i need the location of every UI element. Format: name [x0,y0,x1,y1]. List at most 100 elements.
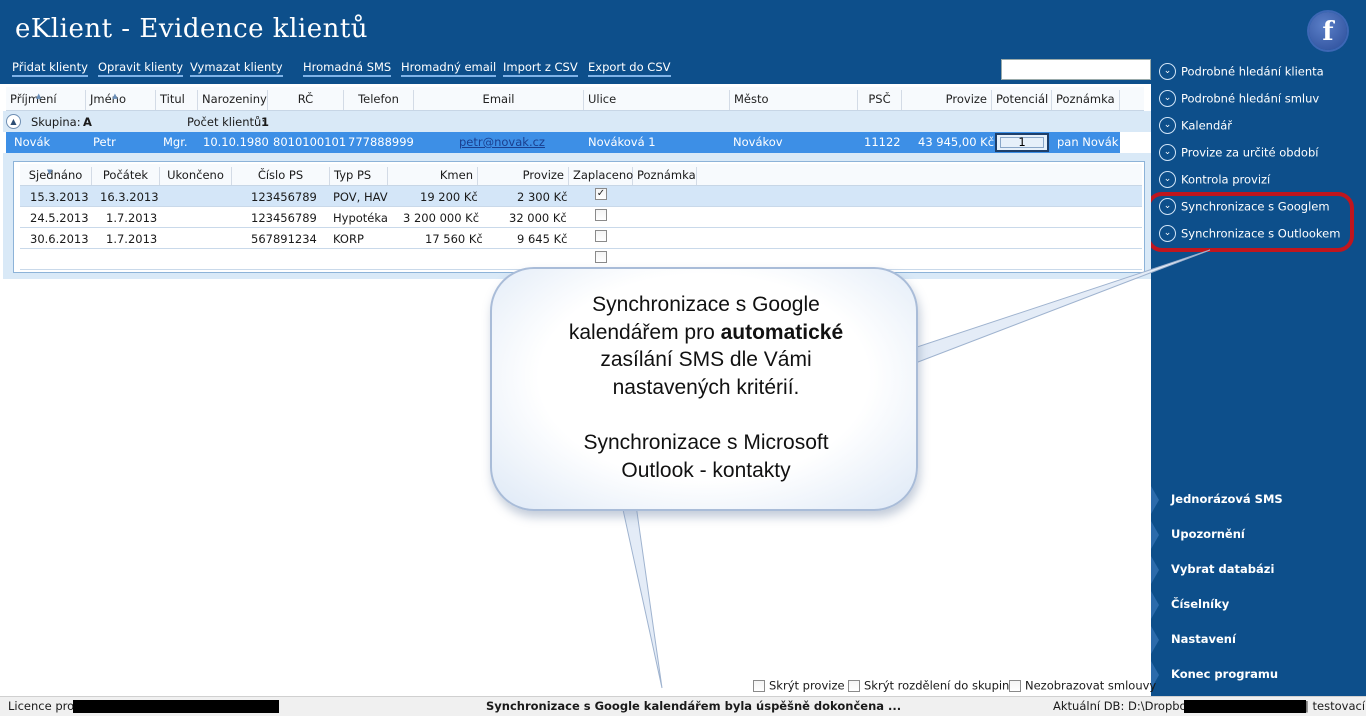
table-row[interactable]: 15.3.2013 16.3.2013 123456789 POV, HAV 1… [20,186,1142,207]
group-value: A [83,115,92,129]
paid-checkbox[interactable]: ✓ [595,188,607,200]
mass-email-button[interactable]: Hromadný email [401,60,497,77]
hide-contracts-option[interactable]: Nezobrazovat smlouvy [1009,678,1156,693]
cell-provize: 43 945,00 Kč [918,135,995,149]
checkbox[interactable] [753,679,765,692]
hide-groups-option[interactable]: Skrýt rozdělení do skupin [848,678,1009,693]
checkbox[interactable] [848,679,860,692]
col-jmeno[interactable]: ▲ Jméno [86,90,156,110]
arrow-right-icon [1151,521,1159,549]
cell-typ-ps: POV, HAV [333,190,388,204]
status-message: Synchronizace s Google kalendářem byla ú… [486,699,902,713]
col-titul[interactable]: Titul [156,90,198,110]
paid-checkbox[interactable] [595,230,607,242]
chevron-down-icon: ⌄ [1159,117,1176,134]
cell-cislo-ps: 123456789 [251,190,317,204]
import-csv-button[interactable]: Import z CSV [503,60,578,77]
delete-clients-button[interactable]: Vymazat klienty [190,60,283,77]
cell-provize: 9 645 Kč [517,232,568,246]
cell-cislo-ps: 123456789 [251,211,317,225]
col-email[interactable]: Email [414,90,584,110]
cell-sjednano: 24.5.2013 [30,211,89,225]
contracts-grid-header: ▼ Sjednáno Počátek Ukončeno Číslo PS Typ … [20,164,1142,186]
nav-detailed-contract-search[interactable]: ⌄ Podrobné hledání smluv [1159,90,1319,112]
col-typ-ps[interactable]: Typ PS [330,167,388,185]
col-cislo-ps[interactable]: Číslo PS [232,167,330,185]
col-poznamka-ps[interactable]: Poznámka [633,167,697,185]
col-provize-ps[interactable]: Provize [478,167,569,185]
arrow-right-icon [1151,591,1159,619]
col-zaplaceno[interactable]: Zaplaceno [569,167,633,185]
col-poznamka[interactable]: Poznámka [1052,90,1120,110]
col-telefon[interactable]: Telefon [344,90,414,110]
add-clients-button[interactable]: Přidat klienty [12,60,88,77]
col-provize[interactable]: Provize [902,90,992,110]
col-sjednano[interactable]: ▼ Sjednáno [20,167,92,185]
license-label: Licence pro: [8,699,79,713]
callout-line: Synchronizace s Google [592,293,820,316]
group-label: Skupina: [31,115,81,129]
redacted-db-path [1184,700,1306,713]
cell-email-link[interactable]: petr@novak.cz [459,135,545,149]
col-potencial[interactable]: Potenciál [992,90,1052,110]
paid-checkbox[interactable] [595,251,607,263]
col-pocatek[interactable]: Počátek [92,167,160,185]
col-ukonceno[interactable]: Ukončeno [160,167,232,185]
settings-button[interactable]: Nastavení [1151,623,1366,657]
sort-indicator-icon: ▲ [36,92,42,100]
client-grid-header: ▲ Příjmení ▲ Jméno Titul Narozeniny RČ Tel… [6,87,1144,111]
search-input[interactable] [1001,59,1151,80]
nav-calendar[interactable]: ⌄ Kalendář [1159,117,1232,139]
notifications-button[interactable]: Upozornění [1151,518,1366,552]
col-rc[interactable]: RČ [268,90,344,110]
codebooks-button[interactable]: Číselníky [1151,588,1366,622]
cell-provize: 32 000 Kč [509,211,567,225]
cell-pocatek: 1.7.2013 [106,211,158,225]
cell-pocatek: 16.3.2013 [100,190,159,204]
col-kmen[interactable]: Kmen [388,167,478,185]
sidebar: ⌄ Podrobné hledání klienta ⌄ Podrobné hled… [1151,63,1366,696]
callout-line: nastavených kritérií. [612,375,800,399]
mass-sms-button[interactable]: Hromadná SMS [303,60,392,77]
nav-commission-check[interactable]: ⌄ Kontrola provizí [1159,171,1270,193]
export-csv-button[interactable]: Export do CSV [588,60,671,77]
cell-narozeniny: 10.10.1980 [203,135,269,149]
arrow-right-icon [1151,486,1159,514]
cell-telefon: 777888999 [348,135,414,149]
hide-commission-option[interactable]: Skrýt provize [753,678,845,693]
col-narozeniny[interactable]: Narozeniny [198,90,268,110]
chevron-down-icon: ⌄ [1159,171,1176,188]
sort-indicator-icon: ▲ [112,92,118,100]
checkbox[interactable] [1009,679,1021,692]
exit-program-button[interactable]: Konec programu [1151,658,1366,692]
potencial-input[interactable]: 1 [995,133,1049,152]
chevron-down-icon: ⌄ [1159,63,1176,80]
single-sms-button[interactable]: Jednorázová SMS [1151,483,1366,517]
paid-checkbox[interactable] [595,209,607,221]
cell-typ-ps: KORP [333,232,364,246]
cell-typ-ps: Hypotéka [333,211,388,225]
table-row[interactable]: 30.6.2013 1.7.2013 567891234 KORP 17 560… [20,228,1142,249]
col-ulice[interactable]: Ulice [584,90,730,110]
facebook-icon[interactable]: f [1309,12,1347,50]
cell-kmen: 17 560 Kč [425,232,483,246]
callout-bubble: Synchronizace s Google kalendářem pro au… [490,267,918,511]
edit-clients-button[interactable]: Opravit klienty [98,60,184,77]
nav-commission-period[interactable]: ⌄ Provize za určité období [1159,144,1318,166]
cell-pocatek: 1.7.2013 [106,232,158,246]
cell-sjednano: 15.3.2013 [30,190,89,204]
col-mesto[interactable]: Město [730,90,858,110]
callout-line: kalendářem pro automatické [492,319,920,347]
nav-detailed-client-search[interactable]: ⌄ Podrobné hledání klienta [1159,63,1324,85]
collapse-toggle-icon[interactable]: ▲ [6,114,21,129]
cell-poznamka: pan Novák [1057,135,1119,149]
col-psc[interactable]: PSČ [858,90,902,110]
col-prijmeni[interactable]: ▲ Příjmení [6,90,86,110]
callout-line: Synchronizace s Microsoft [583,431,829,454]
table-row[interactable]: 24.5.2013 1.7.2013 123456789 Hypotéka 3 … [20,207,1142,228]
contracts-grid: ▼ Sjednáno Počátek Ukončeno Číslo PS Typ … [13,161,1145,273]
contracts-detail-panel: ▼ Sjednáno Počátek Ukončeno Číslo PS Typ … [3,153,1151,279]
group-count-label: Počet klientů: [187,115,266,129]
select-database-button[interactable]: Vybrat databázi [1151,553,1366,587]
table-row-selected[interactable]: Novák Petr Mgr. 10.10.1980 8010100101 77… [6,132,1120,153]
